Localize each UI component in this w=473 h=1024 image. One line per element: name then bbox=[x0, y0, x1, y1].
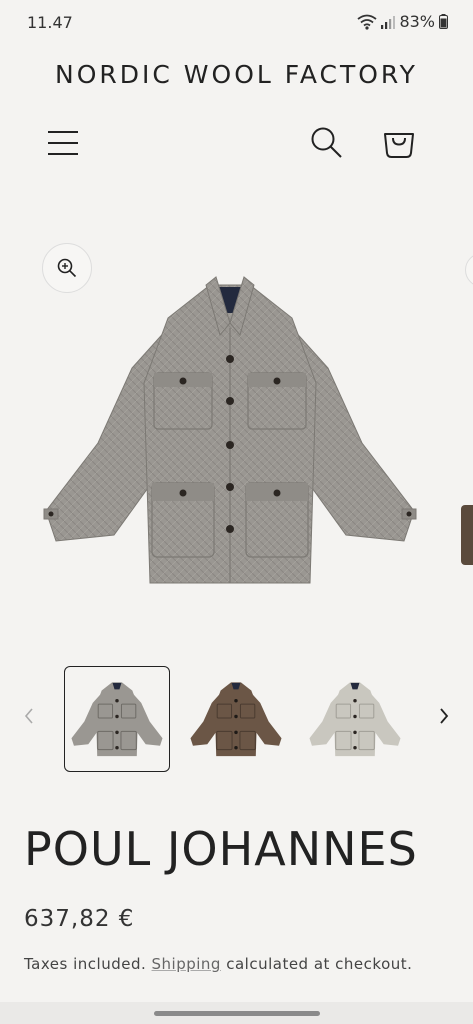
jacket-thumbnail-image bbox=[71, 682, 163, 757]
jacket-thumbnail-image bbox=[190, 682, 282, 757]
tax-note: Taxes included. Shipping calculated at c… bbox=[24, 955, 412, 973]
gesture-bar[interactable] bbox=[154, 1011, 320, 1016]
thumbnail-slider bbox=[0, 660, 473, 775]
chevron-left-icon bbox=[24, 708, 33, 724]
tax-note-suffix: calculated at checkout. bbox=[220, 955, 413, 973]
thumbnail-prev-button[interactable] bbox=[17, 704, 41, 728]
menu-button[interactable] bbox=[40, 120, 86, 166]
jacket-image bbox=[43, 276, 417, 584]
hamburger-icon bbox=[48, 131, 78, 155]
brand-logo[interactable]: NORDIC WOOL FACTORY bbox=[0, 60, 473, 89]
signal-icon bbox=[381, 15, 396, 29]
shipping-link[interactable]: Shipping bbox=[152, 955, 221, 973]
next-product-image-peek bbox=[461, 505, 473, 565]
status-bar: 11.47 83% bbox=[0, 0, 473, 40]
thumbnail-brown-jacket[interactable] bbox=[183, 666, 289, 772]
site-header: NORDIC WOOL FACTORY bbox=[0, 40, 473, 195]
next-slide-peek bbox=[465, 253, 473, 287]
status-time: 11.47 bbox=[27, 13, 73, 32]
thumbnail-next-button[interactable] bbox=[432, 704, 456, 728]
product-page: 11.47 83% NORDIC WOOL FACTORY POUL JOHAN… bbox=[0, 0, 473, 1024]
cart-button[interactable] bbox=[376, 120, 422, 166]
jacket-thumbnail-image bbox=[309, 682, 401, 757]
bag-icon bbox=[384, 133, 414, 158]
search-button[interactable] bbox=[304, 120, 350, 166]
battery-icon bbox=[439, 14, 448, 29]
product-price: 637,82 € bbox=[24, 906, 135, 932]
product-main-image[interactable] bbox=[0, 195, 473, 650]
status-icons: 83% bbox=[357, 12, 448, 31]
product-title: POUL JOHANNES bbox=[24, 822, 418, 876]
tax-note-prefix: Taxes included. bbox=[24, 955, 152, 973]
wifi-icon bbox=[357, 14, 377, 30]
search-icon bbox=[311, 127, 342, 158]
battery-percent: 83% bbox=[399, 12, 435, 31]
thumbnail-grey-jacket[interactable] bbox=[64, 666, 170, 772]
thumbnail-beige-jacket[interactable] bbox=[302, 666, 408, 772]
chevron-right-icon bbox=[440, 708, 449, 724]
